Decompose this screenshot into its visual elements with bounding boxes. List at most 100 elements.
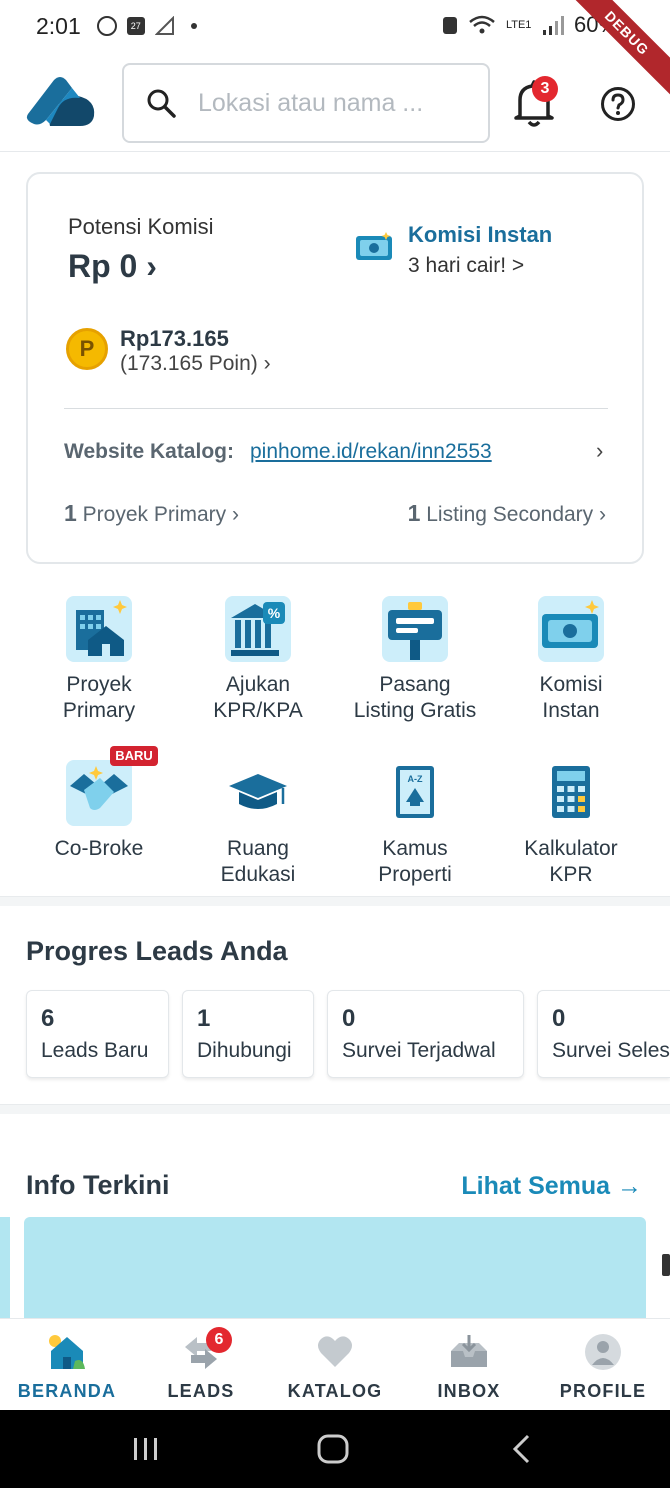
notification-badge: 3 [532, 76, 558, 102]
points-detail-link[interactable]: (173.165 Poin) › [120, 352, 271, 376]
building-icon [66, 596, 132, 662]
menu-label: Ruang Edukasi [220, 837, 296, 886]
svg-text:%: % [268, 605, 281, 621]
poin-coin-icon: P [66, 328, 108, 370]
potensi-komisi-label: Potensi Komisi [68, 214, 214, 239]
menu-label: Kamus Properti [378, 837, 452, 886]
lead-count: 0 [342, 1005, 356, 1032]
wifi-icon [469, 15, 495, 34]
network-type: LTE1 [505, 18, 532, 31]
profile-icon [585, 1334, 621, 1370]
menu-kalkulator-kpr[interactable]: Kalkulator KPR [491, 760, 651, 888]
nav-katalog[interactable]: KATALOG [268, 1319, 402, 1410]
menu-ruang-edukasi[interactable]: Ruang Edukasi [178, 760, 338, 888]
lead-label: Survei Terjadwal [342, 1039, 496, 1062]
money-card-icon [538, 596, 604, 662]
back-button-icon[interactable] [510, 1434, 532, 1464]
banner-next[interactable] [662, 1254, 670, 1276]
lead-count: 1 [197, 1005, 211, 1032]
heart-icon [318, 1336, 352, 1367]
dictionary-book-icon: A-Z [396, 766, 434, 818]
nav-leads[interactable]: 6 LEADS [134, 1319, 268, 1410]
lead-card-dihubungi[interactable]: 1 Dihubungi [182, 990, 314, 1078]
recent-apps-icon[interactable] [132, 1434, 160, 1464]
home-icon [49, 1335, 85, 1369]
potensi-komisi-value[interactable]: Rp 0 › [68, 248, 157, 285]
leads-badge: 6 [206, 1327, 232, 1353]
help-icon[interactable] [600, 86, 636, 122]
svg-text:A-Z: A-Z [408, 774, 423, 784]
menu-label: Ajukan KPR/KPA [213, 673, 303, 722]
lead-card-leads-baru[interactable]: 6 Leads Baru [26, 990, 169, 1078]
search-bar[interactable] [122, 63, 490, 143]
bank-percent-icon: % [225, 596, 291, 662]
lead-label: Dihubungi [197, 1039, 292, 1062]
listing-secondary-label: Listing Secondary › [426, 503, 606, 526]
alarm-icon [442, 17, 457, 34]
proyek-primary-link[interactable]: 1 Proyek Primary › [64, 500, 239, 527]
section-divider [0, 1104, 670, 1114]
status-time: 2:01 [36, 12, 81, 39]
app-header: 3 [0, 52, 670, 152]
menu-proyek-primary[interactable]: Proyek Primary [19, 596, 179, 724]
lead-card-survei-selesai[interactable]: 0 Survei Seles [537, 990, 670, 1078]
menu-komisi-instan[interactable]: Komisi Instan [491, 596, 651, 724]
points-amount: Rp173.165 [120, 326, 229, 351]
search-icon [147, 89, 176, 118]
nav-label: KATALOG [287, 1381, 383, 1401]
calendar-icon: 27 [126, 17, 145, 35]
website-catalog-label: Website Katalog: [64, 440, 234, 463]
nav-beranda[interactable]: BERANDA [0, 1319, 134, 1410]
commission-card: Potensi Komisi Rp 0 › Komisi Instan 3 ha… [26, 172, 644, 564]
proyek-primary-label: Proyek Primary › [82, 503, 239, 526]
nav-label: INBOX [437, 1381, 501, 1401]
bottom-nav: BERANDA 6 LEADS KATALOG INBOX PROFILE [0, 1318, 670, 1410]
listing-secondary-count: 1 [407, 500, 421, 526]
nav-label: LEADS [167, 1381, 235, 1401]
signal-unknown-icon [154, 16, 174, 35]
lead-label: Leads Baru [41, 1039, 149, 1062]
menu-ajukan-kpr[interactable]: % Ajukan KPR/KPA [178, 596, 338, 724]
notification-dot-icon [190, 23, 197, 29]
lead-card-survei-terjadwal[interactable]: 0 Survei Terjadwal [327, 990, 524, 1078]
proyek-primary-count: 1 [64, 500, 77, 526]
menu-label: Komisi Instan [539, 673, 603, 722]
card-divider [64, 408, 608, 409]
menu-label: Proyek Primary [62, 673, 136, 722]
see-all-link[interactable]: Lihat Semua → [461, 1172, 642, 1201]
inbox-icon [451, 1335, 487, 1367]
signboard-icon [382, 596, 448, 662]
new-badge: BARU [110, 746, 158, 766]
graduation-cap-icon [229, 774, 287, 809]
search-input[interactable] [198, 88, 468, 118]
banner-previous[interactable] [0, 1217, 10, 1327]
calculator-icon [552, 766, 590, 818]
status-bar: 2:01 27 LTE1 60% DEBUG [0, 0, 670, 103]
handshake-icon [66, 760, 132, 826]
home-button-icon[interactable] [317, 1434, 349, 1464]
menu-co-broke[interactable]: Co-Broke [19, 760, 179, 862]
menu-label: Co-Broke [54, 837, 144, 860]
menu-pasang-listing[interactable]: Pasang Listing Gratis [335, 596, 495, 724]
nav-label: PROFILE [559, 1381, 647, 1401]
nav-label: BERANDA [17, 1381, 117, 1401]
website-catalog-link[interactable]: pinhome.id/rekan/inn2553 [250, 440, 492, 464]
nav-profile[interactable]: PROFILE [536, 1319, 670, 1410]
komisi-instan-link[interactable]: Komisi Instan [408, 222, 552, 248]
info-section-title: Info Terkini [26, 1170, 170, 1200]
lead-count: 6 [41, 1005, 55, 1032]
pinhome-logo[interactable] [24, 76, 98, 128]
lead-label: Survei Seles [552, 1039, 670, 1062]
menu-label: Pasang Listing Gratis [353, 673, 477, 722]
leads-section-title: Progres Leads Anda [26, 936, 288, 966]
money-card-icon [356, 232, 392, 260]
nav-inbox[interactable]: INBOX [402, 1319, 536, 1410]
listing-secondary-link[interactable]: 1 Listing Secondary › [408, 500, 606, 527]
komisi-instan-subtitle[interactable]: 3 hari cair! > [408, 254, 524, 278]
chevron-right-icon[interactable]: › [596, 438, 603, 464]
whatsapp-icon [96, 16, 117, 36]
info-banner[interactable] [24, 1217, 646, 1327]
section-divider [0, 896, 670, 906]
menu-kamus-properti[interactable]: A-Z Kamus Properti [335, 760, 495, 888]
cell-signal-icon [542, 16, 564, 35]
